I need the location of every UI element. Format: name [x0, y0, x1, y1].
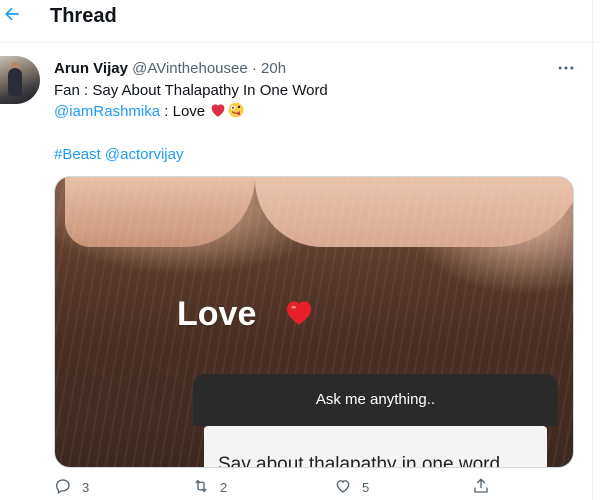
avatar-figure [8, 68, 22, 96]
question-header: Ask me anything.. [193, 374, 558, 426]
tweet-text-line-2: @iamRashmika : Love [54, 101, 245, 122]
overlay-love-text: Love [177, 295, 257, 333]
hashtag-link[interactable]: #Beast [54, 146, 101, 163]
question-sticker: Ask me anything.. Say about thalapathy i… [193, 374, 558, 467]
tweet-text-line-1: Fan : Say About Thalapathy In One Word [54, 82, 328, 99]
like-icon[interactable] [334, 477, 352, 498]
author-handle[interactable]: @AVinthehousee [132, 60, 248, 77]
share-action[interactable] [472, 476, 490, 498]
retweet-action[interactable]: 2 [192, 476, 227, 498]
avatar[interactable] [0, 56, 40, 104]
page-title: Thread [50, 5, 117, 27]
tweet-meta: Arun Vijay @AVinthehousee · 20h [54, 60, 286, 77]
thread-header: Thread [0, 0, 600, 38]
tweet-text-line-3: #Beast @actorvijay [54, 145, 183, 165]
question-text: Say about thalapathy in one word [204, 426, 547, 467]
reply-action[interactable]: 3 [54, 476, 89, 498]
author-name[interactable]: Arun Vijay [54, 60, 128, 77]
share-icon[interactable] [472, 477, 490, 498]
zany-face-emoji [227, 101, 245, 119]
meta-separator: · [251, 60, 257, 77]
overlay-heart-icon [281, 295, 317, 329]
tweet-media-image[interactable]: Love Ask me anything.. Say about thalapa… [54, 176, 574, 468]
more-icon[interactable] [556, 58, 576, 78]
tweet-actions: 3 2 5 [0, 476, 600, 500]
red-heart-emoji [209, 101, 227, 119]
reply-count: 3 [82, 479, 90, 495]
header-divider [0, 42, 600, 43]
back-arrow-icon[interactable] [2, 4, 28, 30]
tweet-time[interactable]: 20h [261, 60, 286, 77]
like-count: 5 [362, 479, 370, 495]
tweet-text-love: : Love [160, 103, 210, 120]
mention-link-2[interactable]: @actorvijay [105, 146, 184, 163]
retweet-count: 2 [220, 479, 228, 495]
column-border [592, 0, 593, 500]
retweet-icon[interactable] [192, 477, 210, 498]
like-action[interactable]: 5 [334, 476, 369, 498]
reply-icon[interactable] [54, 477, 72, 498]
mention-link[interactable]: @iamRashmika [54, 103, 160, 120]
